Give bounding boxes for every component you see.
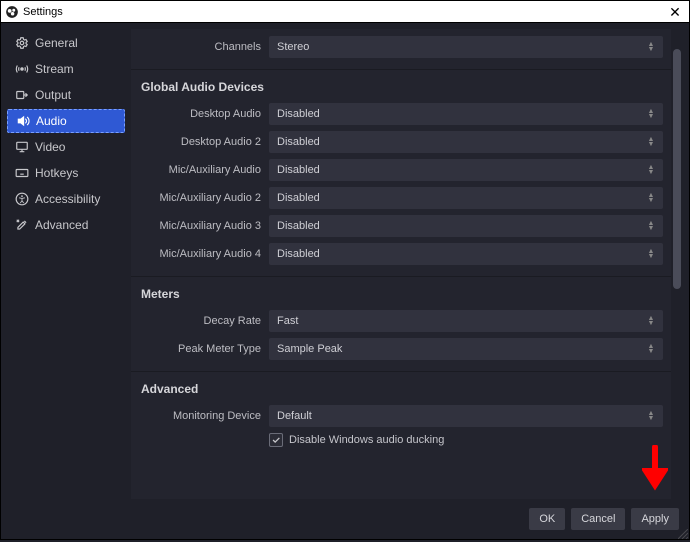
checkbox-label: Disable Windows audio ducking xyxy=(289,434,444,446)
spinner-icon: ▲▼ xyxy=(645,344,657,354)
select-value: Fast xyxy=(277,315,298,327)
select-value: Disabled xyxy=(277,192,320,204)
mic-aux-4-select[interactable]: Disabled ▲▼ xyxy=(269,243,663,265)
section-heading: Global Audio Devices xyxy=(131,70,671,100)
sidebar-item-label: Output xyxy=(35,88,71,102)
sidebar-item-audio[interactable]: Audio xyxy=(7,109,125,133)
field-label: Decay Rate xyxy=(139,315,269,327)
sidebar-item-stream[interactable]: Stream xyxy=(7,57,125,81)
spinner-icon: ▲▼ xyxy=(645,42,657,52)
disable-ducking-checkbox[interactable] xyxy=(269,433,283,447)
apply-button[interactable]: Apply xyxy=(631,508,679,530)
field-label: Desktop Audio 2 xyxy=(139,136,269,148)
monitor-icon xyxy=(15,140,29,154)
sidebar-item-label: General xyxy=(35,36,78,50)
window-title: Settings xyxy=(23,6,63,18)
cancel-button[interactable]: Cancel xyxy=(571,508,625,530)
ok-button[interactable]: OK xyxy=(529,508,565,530)
spinner-icon: ▲▼ xyxy=(645,165,657,175)
sidebar-item-label: Audio xyxy=(36,114,67,128)
spinner-icon: ▲▼ xyxy=(645,316,657,326)
sidebar-item-output[interactable]: Output xyxy=(7,83,125,107)
mic-aux-2-select[interactable]: Disabled ▲▼ xyxy=(269,187,663,209)
section-heading: Advanced xyxy=(131,372,671,402)
sidebar-item-label: Advanced xyxy=(35,218,88,232)
field-label: Mic/Auxiliary Audio 4 xyxy=(139,248,269,260)
select-value: Disabled xyxy=(277,164,320,176)
field-label: Channels xyxy=(139,41,269,53)
keyboard-icon xyxy=(15,166,29,180)
sidebar-item-video[interactable]: Video xyxy=(7,135,125,159)
decay-rate-select[interactable]: Fast ▲▼ xyxy=(269,310,663,332)
sidebar-item-label: Video xyxy=(35,140,65,154)
select-value: Disabled xyxy=(277,248,320,260)
scrollbar-thumb[interactable] xyxy=(673,49,681,289)
spinner-icon: ▲▼ xyxy=(645,221,657,231)
field-label: Peak Meter Type xyxy=(139,343,269,355)
sidebar-item-hotkeys[interactable]: Hotkeys xyxy=(7,161,125,185)
spinner-icon: ▲▼ xyxy=(645,137,657,147)
select-value: Disabled xyxy=(277,220,320,232)
resize-grip[interactable] xyxy=(678,528,688,538)
select-value: Stereo xyxy=(277,41,309,53)
mic-aux-3-select[interactable]: Disabled ▲▼ xyxy=(269,215,663,237)
select-value: Sample Peak xyxy=(277,343,342,355)
speaker-icon xyxy=(16,114,30,128)
accessibility-icon xyxy=(15,192,29,206)
field-label: Mic/Auxiliary Audio 3 xyxy=(139,220,269,232)
spinner-icon: ▲▼ xyxy=(645,109,657,119)
section-heading: Meters xyxy=(131,277,671,307)
sidebar-item-advanced[interactable]: Advanced xyxy=(7,213,125,237)
scrollbar[interactable] xyxy=(671,29,683,499)
field-label: Mic/Auxiliary Audio 2 xyxy=(139,192,269,204)
field-label: Monitoring Device xyxy=(139,410,269,422)
select-value: Default xyxy=(277,410,312,422)
titlebar: Settings ✕ xyxy=(1,1,689,23)
desktop-audio-2-select[interactable]: Disabled ▲▼ xyxy=(269,131,663,153)
footer: OK Cancel Apply xyxy=(1,499,689,539)
monitoring-device-select[interactable]: Default ▲▼ xyxy=(269,405,663,427)
peak-meter-select[interactable]: Sample Peak ▲▼ xyxy=(269,338,663,360)
app-icon xyxy=(5,5,19,19)
desktop-audio-select[interactable]: Disabled ▲▼ xyxy=(269,103,663,125)
sidebar-item-label: Accessibility xyxy=(35,192,100,206)
sidebar-item-accessibility[interactable]: Accessibility xyxy=(7,187,125,211)
antenna-icon xyxy=(15,62,29,76)
spinner-icon: ▲▼ xyxy=(645,193,657,203)
close-button[interactable]: ✕ xyxy=(665,5,685,19)
field-label: Desktop Audio xyxy=(139,108,269,120)
spinner-icon: ▲▼ xyxy=(645,249,657,259)
tools-icon xyxy=(15,218,29,232)
select-value: Disabled xyxy=(277,136,320,148)
field-label: Mic/Auxiliary Audio xyxy=(139,164,269,176)
channels-select[interactable]: Stereo ▲▼ xyxy=(269,36,663,58)
output-icon xyxy=(15,88,29,102)
mic-aux-select[interactable]: Disabled ▲▼ xyxy=(269,159,663,181)
gear-icon xyxy=(15,36,29,50)
sidebar: General Stream Output Audio Video Hotkey… xyxy=(1,23,131,499)
sidebar-item-label: Hotkeys xyxy=(35,166,78,180)
sidebar-item-general[interactable]: General xyxy=(7,31,125,55)
sidebar-item-label: Stream xyxy=(35,62,74,76)
spinner-icon: ▲▼ xyxy=(645,411,657,421)
settings-content: Channels Stereo ▲▼ Global Audio Devices … xyxy=(131,29,671,499)
select-value: Disabled xyxy=(277,108,320,120)
